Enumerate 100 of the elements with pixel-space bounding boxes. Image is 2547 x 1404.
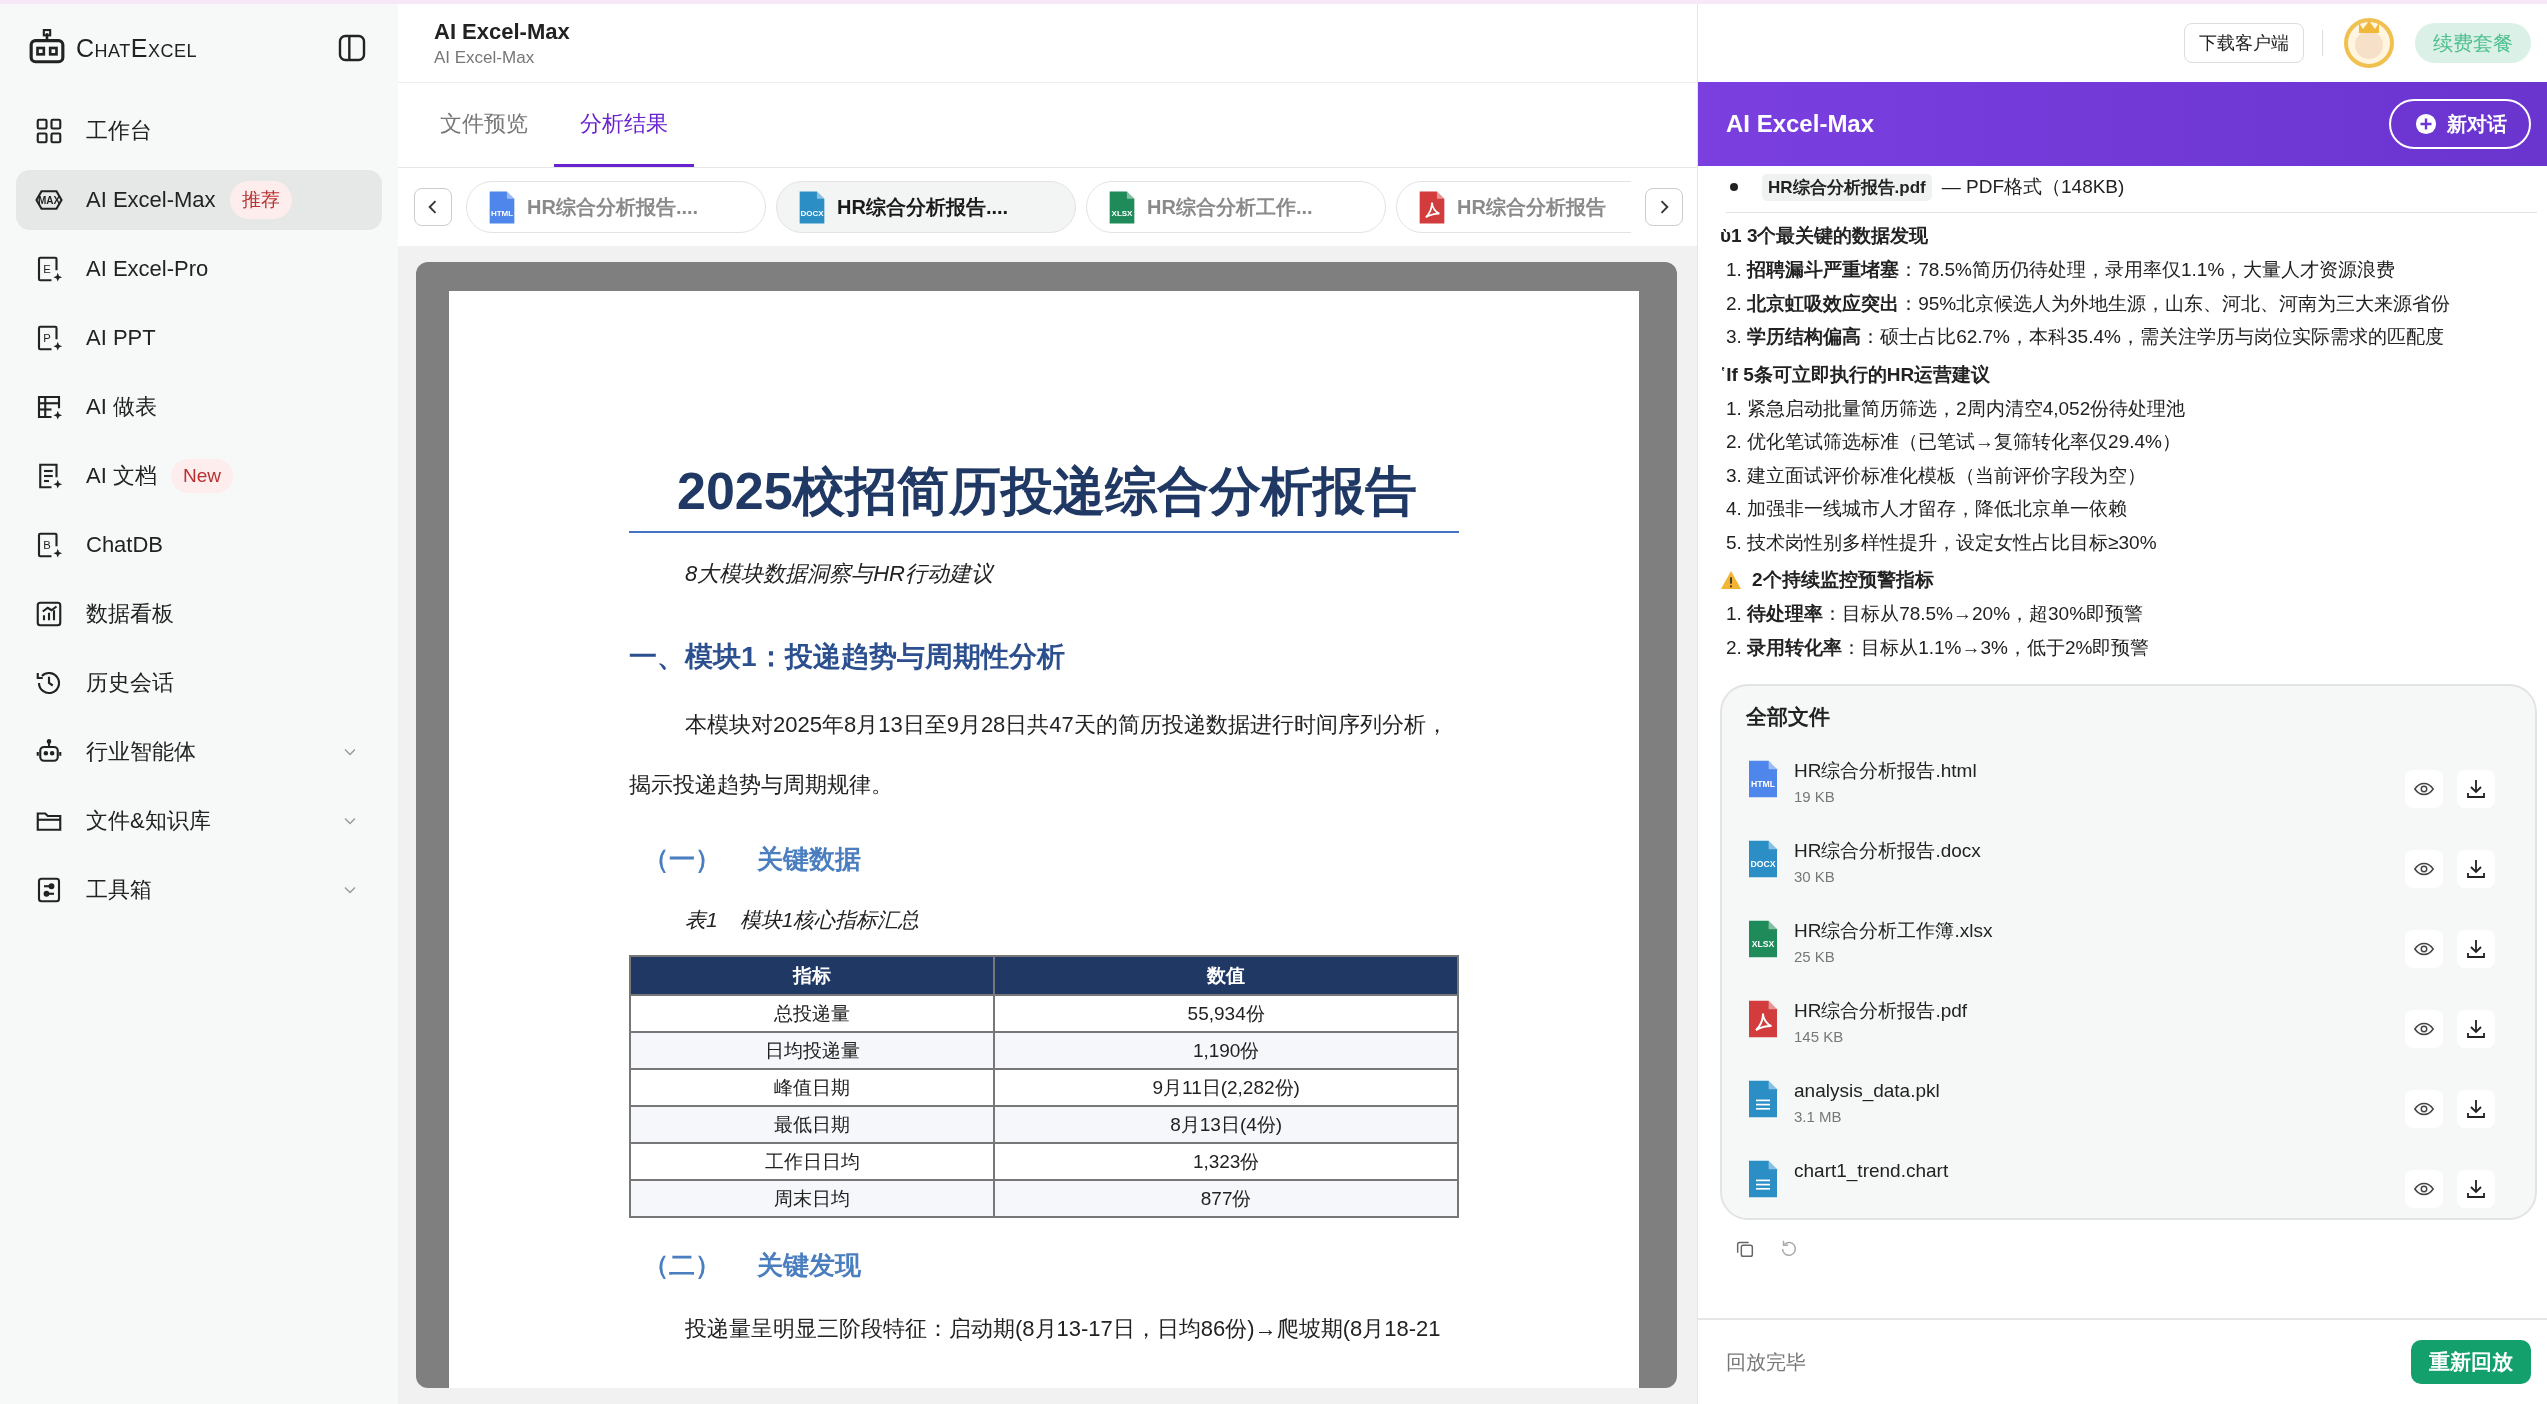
- bullet-icon: [1730, 183, 1738, 191]
- list-item: 2. 北京虹吸效应突出：95%北京候选人为外地生源，山东、河北、河南为三大来源省份: [1725, 291, 2452, 316]
- file-name[interactable]: HR综合分析报告.pdf: [1794, 998, 2391, 1024]
- list-item: 3. 建立面试评价标准化模板（当前评价字段为空）: [1725, 463, 2148, 488]
- nav-badge: 推荐: [229, 181, 292, 219]
- column-header: 指标: [630, 956, 995, 995]
- file-icon: HTML: [487, 188, 517, 226]
- sidebar-item[interactable]: MAX AI Excel-Max 推荐: [16, 170, 382, 230]
- file-icon: XLSX: [1746, 918, 1780, 960]
- status-text: 回放完毕: [1726, 1349, 1806, 1375]
- file-size: 25 KB: [1794, 948, 1836, 965]
- file-name[interactable]: chart1_trend.chart: [1794, 1158, 2391, 1184]
- download-button[interactable]: [2457, 1170, 2495, 1208]
- file-icon: DOCX: [797, 188, 827, 226]
- file-size: 30 KB: [1794, 868, 1836, 885]
- column-header: 数值: [994, 956, 1458, 995]
- file-icon: [1417, 188, 1447, 226]
- preview-button[interactable]: [2405, 1170, 2443, 1208]
- file-icon: HTML: [1746, 758, 1780, 800]
- download-button[interactable]: [2457, 1010, 2495, 1048]
- list-item: 1. 招聘漏斗严重堵塞：78.5%简历仍待处理，录用率仅1.1%，大量人才资源浪费: [1725, 258, 2397, 282]
- list-item: 2. 录用转化率：目标从1.1%→3%，低于2%即预警: [1725, 635, 2151, 660]
- download-button[interactable]: [2457, 1090, 2495, 1128]
- download-button[interactable]: [2457, 770, 2495, 808]
- page-subtitle: AI Excel-Max: [434, 47, 536, 68]
- list-item: 5. 技术岗性别多样性提升，设定女性占比目标≥30%: [1725, 530, 2158, 555]
- table-cell: 周末日均: [630, 1180, 995, 1217]
- table-caption: 模块1核心指标汇总: [739, 907, 920, 933]
- download-icon: [2464, 1097, 2488, 1121]
- file-size: 3.1 MB: [1794, 1108, 1843, 1125]
- table-cell: 1,190份: [994, 1032, 1458, 1069]
- list-item: 1. 待处理率：目标从78.5%→20%，超30%即预警: [1725, 602, 2145, 626]
- sidebar-item[interactable]: 文件&知识库: [16, 791, 382, 851]
- sidebar-item[interactable]: AI 做表: [16, 377, 382, 437]
- document-title: 2025校招简历投递综合分析报告: [629, 451, 1459, 533]
- download-button[interactable]: [2457, 930, 2495, 968]
- subsection-number: （一）: [643, 843, 721, 876]
- message-heading: 2个持续监控预警指标: [1752, 568, 1934, 592]
- download-button[interactable]: [2457, 850, 2495, 888]
- file-name[interactable]: analysis_data.pkl: [1794, 1078, 2391, 1104]
- message-heading: ῾If 5条可立即执行的HR运营建议: [1720, 362, 1991, 387]
- logo-text: ChatExcel: [76, 33, 198, 63]
- table-caption-label: 表1: [685, 907, 718, 933]
- document-subtitle: 8大模块数据洞察与HR行动建议: [684, 560, 996, 588]
- sidebar-item[interactable]: 数据看板: [16, 584, 382, 644]
- file-tab[interactable]: DOCX HR综合分析报告....: [776, 181, 1076, 233]
- tab[interactable]: 文件预览: [414, 83, 554, 167]
- file-icon: XLSX: [1107, 188, 1137, 226]
- download-icon: [2464, 777, 2488, 801]
- subsection-heading: 关键数据: [757, 843, 861, 876]
- list-item: 4. 加强非一线城市人才留存，降低北京单一依赖: [1725, 497, 2129, 521]
- new-chat-button[interactable]: 新对话: [2389, 99, 2531, 149]
- download-icon: [2464, 1177, 2488, 1201]
- plus-circle-icon: [2415, 113, 2437, 135]
- section-heading: 一、模块1：投递趋势与周期性分析: [629, 640, 1066, 674]
- file-name-chip: HR综合分析报告.pdf: [1762, 173, 1932, 201]
- sidebar-item[interactable]: E AI Excel-Pro: [16, 239, 382, 299]
- file-icon: [1746, 998, 1780, 1040]
- sidebar-item[interactable]: AI 文档 New: [16, 446, 382, 506]
- list-item: 2. 优化笔试筛选标准（已笔试→复筛转化率仅29.4%）: [1725, 430, 2182, 454]
- file-size: 19 KB: [1794, 788, 1836, 805]
- warning-icon: [1720, 570, 1742, 590]
- file-size: 145 KB: [1794, 1028, 1845, 1045]
- preview-button[interactable]: [2405, 930, 2443, 968]
- file-name[interactable]: HR综合分析报告.docx: [1794, 838, 2391, 864]
- file-name[interactable]: HR综合分析工作簿.xlsx: [1794, 918, 2391, 944]
- table-cell: 877份: [994, 1180, 1458, 1217]
- files-title: 全部文件: [1746, 704, 1831, 730]
- file-icon: [1746, 1078, 1780, 1120]
- download-icon: [2464, 937, 2488, 961]
- preview-button[interactable]: [2405, 770, 2443, 808]
- download-client-button[interactable]: 下载客户端: [2184, 23, 2304, 63]
- download-icon: [2464, 1017, 2488, 1041]
- file-icon: [1746, 1158, 1780, 1200]
- sidebar-item[interactable]: 工作台: [16, 101, 382, 161]
- tab[interactable]: 分析结果: [554, 83, 694, 167]
- sidebar-item[interactable]: B ChatDB: [16, 515, 382, 575]
- grid-icon: [34, 116, 64, 146]
- preview-button[interactable]: [2405, 850, 2443, 888]
- table-cell: 最低日期: [630, 1106, 995, 1143]
- chart-icon: [34, 599, 64, 629]
- subsection-heading: 关键发现: [757, 1249, 861, 1282]
- file-icon: DOCX: [1746, 838, 1780, 880]
- sidebar-item[interactable]: 工具箱: [16, 860, 382, 920]
- list-item: 3. 学历结构偏高：硕士占比62.7%，本科35.4%，需关注学历与岗位实际需求的匹配度: [1725, 325, 2445, 349]
- nav-badge: New: [170, 459, 233, 493]
- download-icon: [2464, 857, 2488, 881]
- list-item: 1. 紧急启动批量简历筛选，2周内清空4,052份待处理池: [1725, 396, 2187, 421]
- preview-button[interactable]: [2405, 1090, 2443, 1128]
- paragraph: 本模块对2025年8月13日至9月28日共47天的简历投递数据进行时间序列分析，揭示投递趋势与周期规律。: [629, 711, 1449, 799]
- sidebar-item[interactable]: 行业智能体: [16, 722, 382, 782]
- message-heading: ὺ1 3个最关键的数据发现: [1720, 224, 1929, 248]
- sidebar-item[interactable]: P AI PPT: [16, 308, 382, 368]
- table-cell: 8月13日(4份): [994, 1106, 1458, 1143]
- page-title: AI Excel-Max: [434, 18, 571, 45]
- paragraph: 投递量呈明显三阶段特征：启动期(8月13-17日，日均86份)→爬坡期(8月18-21: [684, 1315, 1442, 1343]
- file-name[interactable]: HR综合分析报告.html: [1794, 758, 2391, 784]
- preview-button[interactable]: [2405, 1010, 2443, 1048]
- sidebar-item[interactable]: 历史会话: [16, 653, 382, 713]
- sidebar-toggle-icon[interactable]: [336, 32, 368, 64]
